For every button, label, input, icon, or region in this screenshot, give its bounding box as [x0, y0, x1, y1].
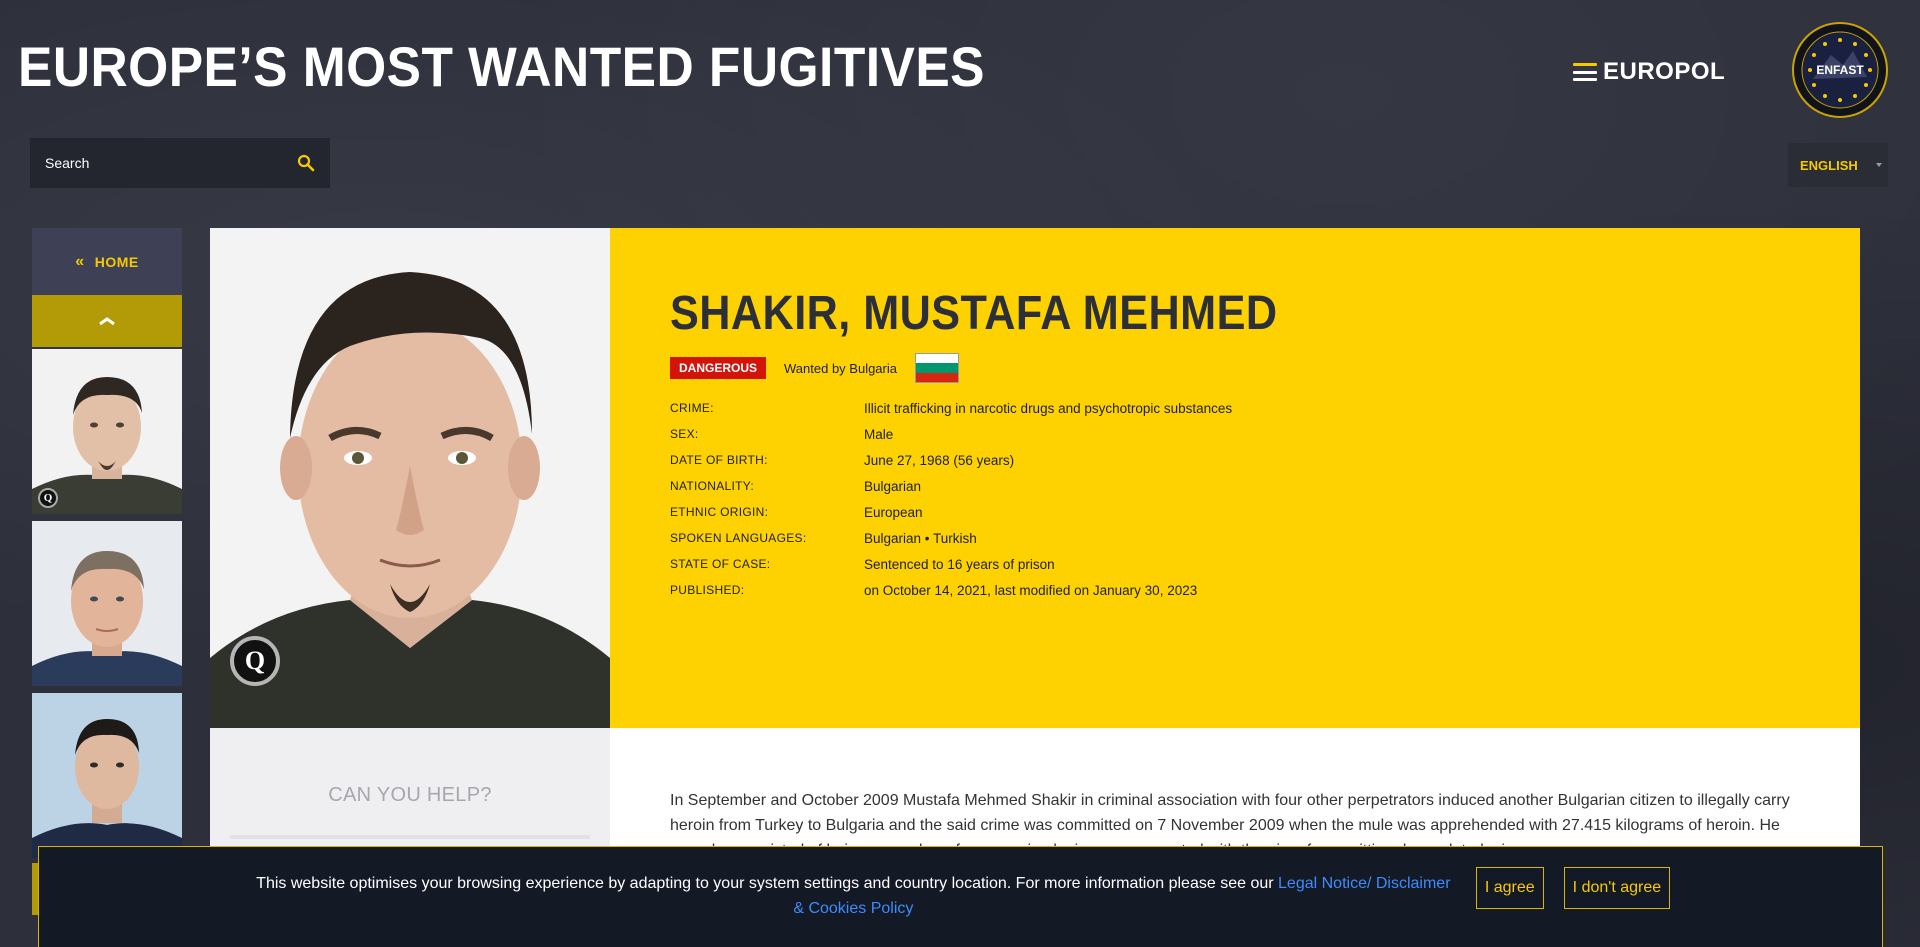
sidebar: « HOME Q [32, 228, 182, 865]
cookie-message: This website optimises your browsing exp… [251, 871, 1456, 921]
fact-row: PUBLISHED: on October 14, 2021, last modi… [670, 577, 1800, 603]
language-select[interactable]: ENGLISH [1788, 143, 1888, 187]
fact-value: on October 14, 2021, last modified on Ja… [864, 582, 1198, 598]
fact-row: DATE OF BIRTH: June 27, 1968 (56 years) [670, 447, 1800, 473]
chevron-up-icon [99, 317, 115, 326]
help-title: CAN YOU HELP? [328, 784, 492, 806]
fact-value: June 27, 1968 (56 years) [864, 452, 1015, 468]
cookie-text: This website optimises your browsing exp… [256, 875, 1279, 892]
fact-value: Illicit trafficking in narcotic drugs an… [864, 400, 1233, 416]
fact-label: STATE OF CASE: [670, 557, 771, 571]
home-button-label: HOME [94, 253, 139, 270]
fugitive-profile-card: Q SHAKIR, MUSTAFA MEHMED DANGEROUS Wante… [210, 228, 1860, 928]
fact-label: SEX: [670, 427, 699, 441]
chevron-down-icon [1875, 163, 1882, 167]
chevron-double-left-icon: « [75, 252, 85, 270]
fact-value: Sentenced to 16 years of prison [864, 556, 1055, 572]
wanted-by-text: Wanted by Bulgaria [784, 360, 897, 376]
disagree-button[interactable]: I don't agree [1563, 867, 1671, 909]
dangerous-badge: DANGEROUS [670, 357, 767, 379]
scroll-up-button[interactable] [32, 295, 182, 347]
fact-label: CRIME: [670, 401, 714, 415]
fact-row: CRIME: Illicit trafficking in narcotic dr… [670, 395, 1800, 421]
europol-mark-icon [1573, 63, 1597, 81]
fact-value: Bulgarian [864, 478, 922, 494]
fact-row: ETHNIC ORIGIN: European [670, 499, 1800, 525]
bulgaria-flag-icon [915, 353, 959, 383]
fugitive-thumbnail[interactable] [32, 521, 182, 686]
fugitive-details: SHAKIR, MUSTAFA MEHMED DANGEROUS Wanted … [610, 228, 1860, 728]
fact-label: PUBLISHED: [670, 583, 745, 597]
fugitive-photo[interactable]: Q [210, 228, 610, 728]
fact-label: SPOKEN LANGUAGES: [670, 531, 807, 545]
language-label: ENGLISH [1800, 157, 1858, 173]
fact-row: STATE OF CASE: Sentenced to 16 years of p… [670, 551, 1800, 577]
cookie-banner: This website optimises your browsing exp… [38, 846, 1883, 947]
fact-row: NATIONALITY: Bulgarian [670, 473, 1800, 499]
fact-label: ETHNIC ORIGIN: [670, 505, 769, 519]
fact-row: SEX: Male [670, 421, 1800, 447]
fact-value: European [864, 504, 923, 520]
quick-view-icon[interactable]: Q [38, 488, 58, 508]
agree-button[interactable]: I agree [1475, 867, 1544, 909]
search-icon[interactable] [297, 154, 315, 172]
search-bar [30, 138, 330, 188]
home-button[interactable]: « HOME [32, 228, 182, 295]
fact-label: NATIONALITY: [670, 479, 755, 493]
help-divider [230, 835, 590, 839]
fugitive-name: SHAKIR, MUSTAFA MEHMED [670, 287, 1278, 340]
fugitive-thumbnail[interactable] [32, 693, 182, 858]
fact-value: Bulgarian • Turkish [864, 530, 977, 546]
fact-row: SPOKEN LANGUAGES: Bulgarian • Turkish [670, 525, 1800, 551]
europol-logo[interactable]: EUROPOL [1573, 58, 1749, 85]
fact-label: DATE OF BIRTH: [670, 453, 768, 467]
search-input[interactable] [45, 155, 297, 171]
enfast-logo-text: ENFAST [1816, 63, 1864, 77]
facts-list: CRIME: Illicit trafficking in narcotic dr… [670, 395, 1800, 603]
page-title: EUROPE’S MOST WANTED FUGITIVES [18, 35, 986, 98]
enfast-logo[interactable]: ENFAST [1791, 21, 1889, 119]
fact-value: Male [864, 426, 894, 442]
europol-logo-text: EUROPOL [1603, 58, 1726, 85]
fugitive-thumbnail[interactable]: Q [32, 349, 182, 514]
quick-view-icon[interactable]: Q [230, 636, 280, 686]
